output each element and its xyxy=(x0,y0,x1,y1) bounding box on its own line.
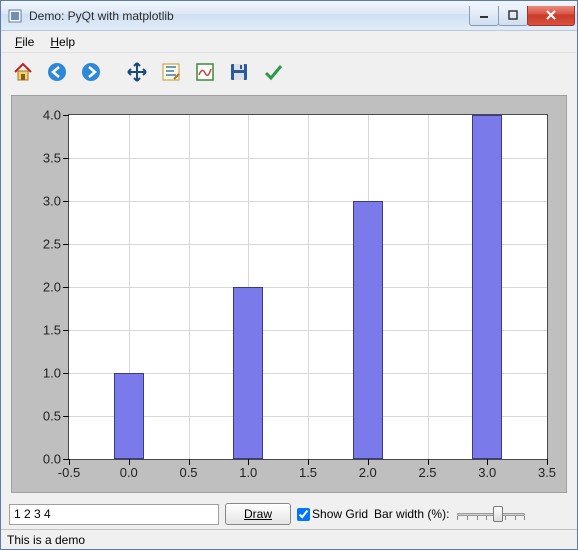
check-icon[interactable] xyxy=(259,58,287,86)
statusbar: This is a demo xyxy=(1,529,577,549)
show-grid-label: Show Grid xyxy=(312,507,368,521)
x-tick-label: 3.0 xyxy=(478,465,496,480)
x-tick-label: 2.0 xyxy=(359,465,377,480)
menubar: File Help xyxy=(1,31,577,53)
subplots-icon[interactable] xyxy=(191,58,219,86)
x-tick-label: 0.0 xyxy=(120,465,138,480)
status-text: This is a demo xyxy=(7,533,85,547)
minimize-button[interactable] xyxy=(469,6,499,26)
x-tick-label: 1.0 xyxy=(239,465,257,480)
x-tick-label: 3.5 xyxy=(538,465,556,480)
show-grid-checkbox[interactable]: Show Grid xyxy=(297,507,368,521)
titlebar: Demo: PyQt with matplotlib xyxy=(1,1,577,31)
zoom-icon[interactable] xyxy=(157,58,185,86)
app-window: Demo: PyQt with matplotlib File Help xyxy=(0,0,578,550)
draw-button[interactable]: Draw xyxy=(225,503,291,525)
chart-bar xyxy=(353,201,383,459)
y-tick-label: 0.5 xyxy=(43,409,61,424)
bar-width-slider[interactable] xyxy=(457,504,525,524)
plot-axes: 0.00.51.01.52.02.53.03.54.0-0.50.00.51.0… xyxy=(68,114,548,460)
window-buttons xyxy=(470,6,575,26)
save-icon[interactable] xyxy=(225,58,253,86)
menu-file[interactable]: File xyxy=(7,33,42,51)
chart-bar xyxy=(472,115,502,459)
maximize-button[interactable] xyxy=(498,6,528,26)
back-icon[interactable] xyxy=(43,58,71,86)
chart-bar xyxy=(114,373,144,459)
y-tick-label: 1.0 xyxy=(43,366,61,381)
window-title: Demo: PyQt with matplotlib xyxy=(29,9,470,23)
pan-icon[interactable] xyxy=(123,58,151,86)
close-button[interactable] xyxy=(527,6,575,26)
chart-bar xyxy=(233,287,263,459)
y-tick-label: 3.0 xyxy=(43,194,61,209)
y-tick-label: 4.0 xyxy=(43,108,61,123)
x-tick-label: 0.5 xyxy=(179,465,197,480)
x-tick-label: -0.5 xyxy=(58,465,80,480)
data-input[interactable] xyxy=(9,504,219,525)
y-tick-label: 1.5 xyxy=(43,323,61,338)
menu-help[interactable]: Help xyxy=(42,33,83,51)
y-tick-label: 3.5 xyxy=(43,151,61,166)
y-tick-label: 2.0 xyxy=(43,280,61,295)
plot-canvas[interactable]: 0.00.51.01.52.02.53.03.54.0-0.50.00.51.0… xyxy=(11,95,567,493)
bar-width-label: Bar width (%): xyxy=(374,507,449,521)
controls-row: Draw Show Grid Bar width (%): xyxy=(1,499,577,529)
forward-icon[interactable] xyxy=(77,58,105,86)
x-tick-label: 2.5 xyxy=(418,465,436,480)
home-icon[interactable] xyxy=(9,58,37,86)
toolbar xyxy=(1,53,577,91)
x-tick-label: 1.5 xyxy=(299,465,317,480)
app-icon xyxy=(7,8,23,24)
y-tick-label: 2.5 xyxy=(43,237,61,252)
